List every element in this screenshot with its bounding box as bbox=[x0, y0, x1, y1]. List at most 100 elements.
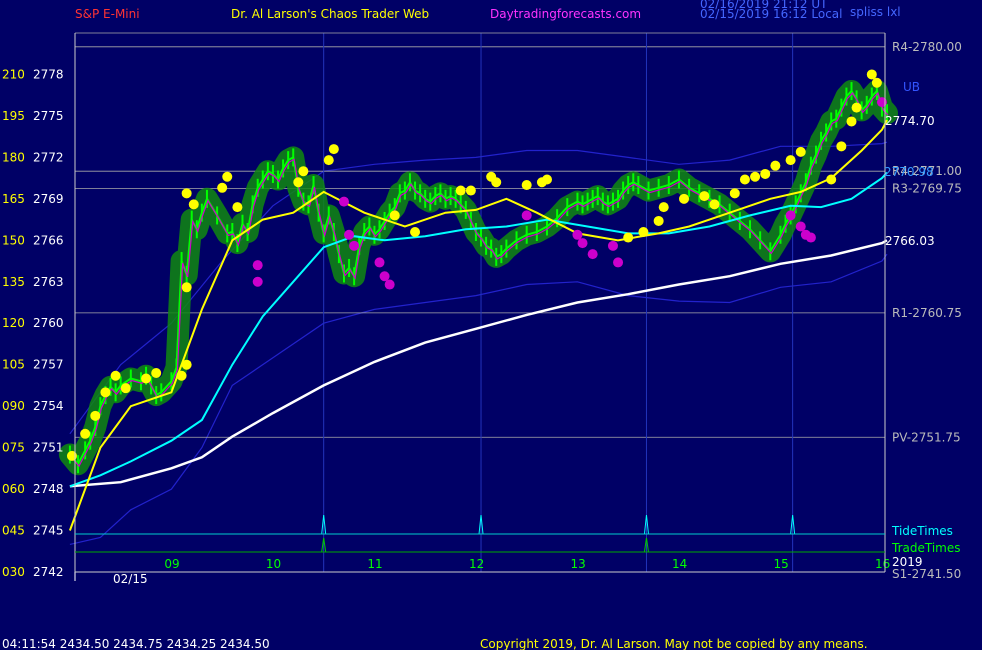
high-dot bbox=[120, 383, 131, 394]
low-dot bbox=[805, 232, 816, 243]
y-tick-value: 2748 bbox=[33, 482, 64, 496]
high-dot bbox=[750, 171, 761, 182]
y-tick-value: 2763 bbox=[33, 275, 64, 289]
date-label: 02/15 bbox=[113, 572, 148, 586]
high-dot bbox=[846, 116, 857, 127]
corner-label: spliss lxl bbox=[850, 5, 901, 19]
high-dot bbox=[298, 166, 309, 177]
y-tick-value: 2766 bbox=[33, 233, 64, 247]
x-tick-label: 12 bbox=[469, 557, 484, 571]
high-dot bbox=[795, 146, 806, 157]
x-tick-label: 09 bbox=[164, 557, 179, 571]
high-dot bbox=[110, 370, 121, 381]
high-dot bbox=[100, 387, 111, 398]
high-dot bbox=[638, 227, 649, 238]
year-label: 2019 bbox=[892, 555, 923, 569]
low-dot bbox=[252, 276, 263, 287]
low-dot bbox=[349, 240, 360, 251]
x-tick-label: 11 bbox=[367, 557, 382, 571]
low-dot bbox=[374, 257, 385, 268]
value-label: 2774.70 bbox=[885, 114, 935, 128]
high-dot bbox=[699, 191, 710, 202]
high-dot bbox=[679, 193, 690, 204]
high-dot bbox=[80, 428, 91, 439]
low-dot bbox=[587, 249, 598, 260]
x-tick-label: 14 bbox=[672, 557, 687, 571]
high-dot bbox=[465, 185, 476, 196]
y-tick-label-left: 030 bbox=[2, 565, 25, 579]
high-dot bbox=[770, 160, 781, 171]
price-chart: R4-2780.00R4-2771.00R3-2769.75R1-2760.75… bbox=[2, 0, 962, 650]
site-url-link[interactable]: Daytradingforecasts.com bbox=[490, 7, 641, 21]
low-dot bbox=[785, 210, 796, 221]
y-tick-value: 2754 bbox=[33, 399, 64, 413]
y-tick-label-left: 150 bbox=[2, 233, 25, 247]
high-dot bbox=[491, 177, 502, 188]
low-dot bbox=[384, 279, 395, 290]
level-label: R4-2780.00 bbox=[892, 40, 962, 54]
y-tick-label-left: 090 bbox=[2, 399, 25, 413]
x-tick-label: 16 bbox=[875, 557, 890, 571]
high-dot bbox=[141, 373, 152, 384]
y-tick-label-left: 045 bbox=[2, 524, 25, 538]
high-dot bbox=[217, 182, 228, 193]
upper-band-label: UB bbox=[903, 80, 920, 94]
tide-times-label: TideTimes bbox=[891, 524, 953, 538]
low-dot bbox=[577, 238, 588, 249]
averages-layer bbox=[68, 119, 888, 531]
axis-ticks-layer: 210 2778 195 2775 180 2772 165 2769 150 2766 135 27… bbox=[2, 67, 890, 581]
high-dot bbox=[521, 180, 532, 191]
y-tick-label-left: 210 bbox=[2, 67, 25, 81]
high-dot bbox=[729, 188, 740, 199]
short-average-line bbox=[68, 119, 888, 531]
high-dot bbox=[623, 232, 634, 243]
high-dot bbox=[871, 77, 882, 88]
high-dot bbox=[541, 174, 552, 185]
high-dot bbox=[176, 370, 187, 381]
low-dot bbox=[572, 229, 583, 240]
high-dot bbox=[181, 282, 192, 293]
y-tick-value: 2745 bbox=[33, 524, 64, 538]
low-dot bbox=[379, 271, 390, 282]
price-glow-layer bbox=[58, 80, 898, 476]
low-dot bbox=[338, 196, 349, 207]
y-tick-value: 2778 bbox=[33, 67, 64, 81]
level-label: R3-2769.75 bbox=[892, 181, 962, 195]
level-label: S1-2741.50 bbox=[892, 567, 961, 581]
y-tick-label-left: 180 bbox=[2, 150, 25, 164]
site-title: Dr. Al Larson's Chaos Trader Web bbox=[231, 7, 429, 21]
y-tick-label-left: 120 bbox=[2, 316, 25, 330]
low-dot bbox=[344, 229, 355, 240]
low-dot bbox=[252, 260, 263, 271]
high-dot bbox=[658, 202, 669, 213]
high-dot bbox=[653, 215, 664, 226]
price-glow bbox=[58, 80, 898, 476]
y-tick-label-left: 135 bbox=[2, 275, 25, 289]
level-label: PV-2751.75 bbox=[892, 430, 961, 444]
high-dot bbox=[181, 188, 192, 199]
y-tick-label-left: 075 bbox=[2, 441, 25, 455]
y-tick-value: 2769 bbox=[33, 192, 64, 206]
y-tick-label-left: 195 bbox=[2, 109, 25, 123]
high-dot bbox=[851, 102, 862, 113]
timestamp-local: 02/15/2019 16:12 Local bbox=[700, 7, 842, 21]
copyright-notice: Copyright 2019, Dr. Al Larson. May not b… bbox=[480, 637, 868, 650]
high-dot bbox=[293, 177, 304, 188]
high-dot bbox=[410, 227, 421, 238]
y-tick-value: 2760 bbox=[33, 316, 64, 330]
high-dot bbox=[389, 210, 400, 221]
high-dot bbox=[455, 185, 466, 196]
high-dot bbox=[739, 174, 750, 185]
y-tick-value: 2775 bbox=[33, 109, 64, 123]
high-dot bbox=[222, 171, 233, 182]
instrument-label: S&P E-Mini bbox=[75, 7, 140, 21]
y-tick-label-left: 165 bbox=[2, 192, 25, 206]
high-dot bbox=[760, 168, 771, 179]
y-tick-value: 2757 bbox=[33, 358, 64, 372]
low-dot bbox=[613, 257, 624, 268]
high-dot bbox=[323, 155, 334, 166]
value-label: 2766.03 bbox=[885, 234, 935, 248]
x-tick-label: 13 bbox=[570, 557, 585, 571]
high-dot bbox=[328, 144, 339, 155]
high-dot bbox=[866, 69, 877, 80]
